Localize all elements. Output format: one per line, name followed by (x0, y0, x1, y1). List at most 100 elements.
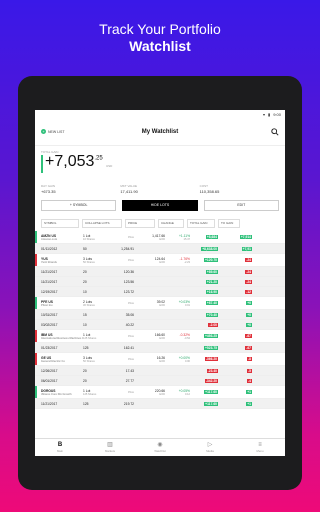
table-row[interactable]: AMZN US Amazon.com 1 Lot 10 Shares Price 1,41… (35, 231, 285, 244)
lot-row[interactable]: 12/26/2017 20 17.43 -23.40 -5 (35, 366, 285, 376)
gain-pill: +117.60 (204, 401, 218, 406)
table-row[interactable]: YUS Yum! Brands 3 Lots 50 Shares Price 124.64… (35, 254, 285, 267)
headline-line1: Track Your Portfolio (99, 21, 221, 37)
to-gain-cell: +0 (220, 322, 254, 327)
media-icon: ▷ (207, 442, 213, 448)
lots-cell: 15 (83, 312, 87, 317)
action-buttons: + SYMBOL HIDE LOTS EDIT (35, 200, 285, 211)
total-gain-cell: +117.60 (192, 390, 220, 394)
top-bar: + NEW LIST My Watchlist (35, 118, 285, 146)
cost-cell: Price (128, 334, 134, 338)
col-symbol[interactable]: SYMBOL (41, 219, 79, 228)
col-to-gain[interactable]: TO GAIN (218, 219, 240, 228)
lot-row[interactable]: 12/19/2017 10 123.72 +16.90 -12 (35, 287, 285, 297)
lots-cell: 1 Lot 125 Shares (83, 332, 97, 340)
tab-watchlist[interactable]: ◉ Watchlist (135, 439, 185, 456)
symbol-cell: PFE US Pfizer Inc. (41, 299, 54, 307)
lot-date: 01/11/2012 (41, 246, 58, 251)
row-accent (35, 353, 37, 365)
search-button[interactable] (239, 127, 279, 136)
lot-date: 12/26/2017 (41, 368, 58, 373)
row-accent (35, 254, 37, 266)
gain-pill: +70.40 (205, 312, 218, 317)
gain-pill: +523.75 (203, 345, 218, 350)
watchlist-table: AMZN US Amazon.com 1 Lot 10 Shares Price 1,41… (35, 231, 285, 409)
total-gain-cell: +117.60 (192, 401, 220, 406)
price-cell: 1,417.66 EOD (152, 233, 165, 241)
total-gain-cell: +8,684 (192, 235, 220, 239)
col-price[interactable]: PRICE (125, 219, 155, 228)
cost-cell: 27.77 (125, 378, 134, 383)
to-gain-pill: -4 (247, 378, 252, 383)
col-collapse-lots[interactable]: COLLAPSE LOTS (82, 219, 122, 228)
to-gain-pill: -24 (245, 279, 252, 284)
to-gain-cell: +1 (220, 390, 254, 394)
lots-cell: 20 (83, 269, 87, 274)
promo-headline: Track Your Portfolio Watchlist (0, 21, 320, 55)
summary-day-gain: DAY GAIN +673.35 (41, 184, 56, 194)
to-gain-cell: +1 (220, 401, 254, 406)
to-gain-pill: -24 (245, 258, 252, 262)
status-bar: ▾ ▮ 9:00 (35, 110, 285, 118)
table-row[interactable]: GE US General Electric Co 3 Lots 50 Shares P… (35, 353, 285, 366)
total-gain-cell: +523.75 (192, 345, 220, 350)
table-row[interactable]: PFE US Pfizer Inc. 2 Lots 30 Shares Price 39.… (35, 297, 285, 310)
hide-lots-button[interactable]: HIDE LOTS (122, 200, 198, 211)
gain-pill: +120.70 (203, 258, 218, 262)
lot-row[interactable]: 10/31/2017 15 35.06 +70.40 +0 (35, 310, 285, 320)
gain-pill: -2.00 (208, 322, 218, 327)
lot-row[interactable]: 03/02/2017 10 40.22 -2.00 +0 (35, 320, 285, 330)
row-accent (35, 297, 37, 309)
total-gain-cell: +87.40 (192, 301, 220, 305)
price-cell: 220.66 EOD (154, 388, 165, 396)
total-gain-cell: +70.40 (192, 312, 220, 317)
to-gain-cell: -8 (220, 357, 254, 361)
lot-row[interactable]: 01/23/2017 125 162.41 +523.75 -67 (35, 343, 285, 353)
cost-cell: 123.72 (123, 289, 134, 294)
change-cell: -0.32% -0.54 (179, 332, 190, 340)
table-row[interactable]: DGROUS iShares Core Div Growth 1 Lot 125 Sh… (35, 386, 285, 399)
cost-cell: 162.41 (123, 345, 134, 350)
lot-date: 03/02/2017 (41, 322, 58, 327)
lot-date: 10/31/2017 (41, 312, 58, 317)
table-row[interactable]: IBM USInternational Business Machines Co… (35, 330, 285, 343)
add-symbol-button[interactable]: + SYMBOL (41, 200, 117, 211)
edit-button[interactable]: EDIT (203, 200, 279, 211)
lot-date: 11/21/2017 (41, 279, 58, 284)
page-title: My Watchlist (141, 128, 179, 135)
main-icon: B (57, 442, 63, 448)
change-cell: +1.11% 15.47 (178, 233, 190, 241)
price-cell: 39.02 EOD (156, 299, 165, 307)
lot-row[interactable]: 01/11/2012 50 1,254.91 +8,638.00 +7,91 (35, 244, 285, 254)
new-list-button[interactable]: + NEW LIST (41, 129, 81, 134)
to-gain-cell: +0 (220, 312, 254, 317)
lot-row[interactable]: 11/21/2017 125 219.72 +117.60 +1 (35, 399, 285, 409)
lots-cell: 10 (83, 289, 87, 294)
gain-pill: -366.20 (204, 357, 218, 361)
lot-row[interactable]: 11/21/2017 20 120.36 +89.60 -24 (35, 267, 285, 277)
search-icon (271, 127, 279, 136)
tab-markets[interactable]: ▥ Markets (85, 439, 135, 456)
col-total-gain[interactable]: TOTAL GAIN (187, 219, 215, 228)
total-gain-value: +7,053.25 (45, 153, 103, 170)
app-screen: ▾ ▮ 9:00 + NEW LIST My Watchlist TOTAL G… (35, 110, 285, 456)
row-accent (35, 330, 37, 342)
lot-date: 12/19/2017 (41, 289, 58, 294)
lot-row[interactable]: 11/21/2017 20 123.56 +21.20 -24 (35, 277, 285, 287)
lot-date: 11/21/2017 (41, 401, 58, 406)
col-change[interactable]: CHANGE (158, 219, 184, 228)
to-gain-pill: +0 (246, 301, 252, 305)
markets-icon: ▥ (107, 442, 113, 448)
tab-main[interactable]: B Main (35, 439, 85, 456)
total-gain-cell: +120.70 (192, 258, 220, 262)
tab-menu[interactable]: ≡ Menu (235, 439, 285, 456)
tab-media[interactable]: ▷ Media (185, 439, 235, 456)
price-cell: 124.64 EOD (154, 256, 165, 264)
to-gain-cell: -67 (220, 334, 254, 338)
lots-cell: 20 (83, 279, 87, 284)
currency-label: USD (106, 164, 113, 168)
lot-row[interactable]: 06/01/2017 20 27.77 -342.20 -4 (35, 376, 285, 386)
change-cell: +0.03% 0.01 (178, 299, 190, 307)
cost-cell: 1,254.91 (121, 246, 134, 251)
bottom-tab-bar: B Main ▥ Markets ◉ Watchlist ▷ Media ≡ Menu (35, 438, 285, 456)
